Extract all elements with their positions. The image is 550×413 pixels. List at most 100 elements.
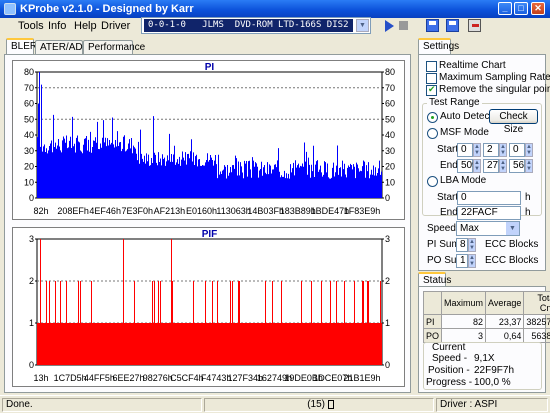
pif-x-tick-label: 44FF5h (84, 373, 115, 383)
menu-driver[interactable]: Driver (101, 20, 130, 32)
pi-x-tick-label: E0160h (186, 206, 217, 216)
pif-x-tick-label: 21B1E9h (343, 373, 380, 383)
drive-select[interactable]: 0-0-1-0 JLMS DVD-ROM LTD-166S DIS2 ▼ (141, 17, 371, 34)
save-icon[interactable] (426, 19, 439, 32)
spinner-icon[interactable]: ▲ ▼ (468, 254, 476, 268)
lba-start-field[interactable]: 0 (457, 191, 521, 205)
pi-x-tick-label: 82h (33, 206, 48, 216)
status-square-icon (327, 399, 334, 409)
stop-icon[interactable] (399, 21, 408, 30)
exit-icon[interactable] (468, 19, 481, 32)
table-cell: 23,37 (485, 314, 525, 329)
lba-mode-radio[interactable] (427, 176, 438, 187)
realtime-chart-label: Realtime Chart (439, 60, 506, 71)
table-cell: 3 (441, 328, 487, 343)
pif-x-tick-label: 13h (33, 373, 48, 383)
check-size-button[interactable]: Check Size (489, 109, 538, 135)
current-progress-label: Progress - (426, 377, 473, 388)
pi-x-tick-label: AF213h (154, 206, 186, 216)
menu-tools[interactable]: Tools (18, 20, 44, 32)
pi-y-tick-right: 20 (385, 162, 395, 172)
status-counter-cell: (15) (204, 398, 434, 412)
remove-singular-label: Remove the singular point (439, 84, 550, 95)
status-table: Maximum Average Total Cnt. PI 82 23,37 3… (422, 291, 550, 343)
play-icon[interactable] (385, 20, 394, 32)
pi-chart: PI 0 0 10 10 20 20 30 30 40 40 50 50 60 60 70 70 80 80 82h 2… (12, 60, 405, 220)
status-counter: (15) (307, 399, 325, 410)
pi-x-tick-label: 14B03Fh (247, 206, 284, 216)
pif-y-tick-right: 2 (385, 276, 390, 286)
pi-y-tick-right: 10 (385, 177, 395, 187)
msf-mode-radio[interactable] (427, 128, 438, 139)
save-as-icon[interactable] (446, 19, 459, 32)
pi-y-tick-left: 0 (29, 193, 34, 203)
pif-y-tick-right: 3 (385, 234, 390, 244)
msf-end-frame[interactable]: 56 (509, 159, 525, 173)
pi-x-tick-label: 208EFh (57, 206, 89, 216)
tab-settings[interactable]: Settings (418, 38, 459, 55)
pif-y-tick-right: 1 (385, 318, 390, 328)
spinner-icon[interactable]: ▲ ▼ (525, 143, 533, 157)
spinner-icon[interactable]: ▲ ▼ (525, 159, 533, 173)
close-button[interactable]: ✕ (531, 2, 545, 15)
po-sum-field[interactable]: 1 (456, 254, 468, 268)
realtime-chart-checkbox[interactable] (426, 61, 437, 72)
pif-y-tick-left: 1 (29, 318, 34, 328)
msf-start-min[interactable]: 0 (457, 143, 473, 157)
lba-end-label: End (440, 207, 458, 218)
status-bar: Done. (15) Driver : ASPI (0, 395, 550, 413)
menu-info[interactable]: Info (48, 20, 66, 32)
pi-chart-title: PI (205, 62, 215, 73)
spinner-icon[interactable]: ▲ ▼ (473, 143, 481, 157)
spinner-icon[interactable]: ▲ ▼ (499, 159, 507, 173)
remove-singular-checkbox[interactable] (426, 84, 437, 96)
speed-select[interactable]: Max ▼ (456, 221, 520, 236)
minimize-button[interactable]: _ (498, 2, 512, 15)
lba-end-field[interactable]: 22FACF (457, 206, 521, 220)
table-cell: 82 (441, 314, 487, 329)
maximize-button[interactable]: □ (514, 2, 528, 15)
status-text: Done. (2, 398, 202, 412)
pi-y-tick-right: 60 (385, 99, 395, 109)
table-cell: PO (422, 328, 443, 343)
speed-select-value: Max (460, 223, 479, 234)
pi-sum-label: PI Sum (427, 239, 460, 250)
pi-y-tick-right: 70 (385, 83, 395, 93)
max-sampling-checkbox[interactable] (426, 73, 437, 84)
app-icon (4, 3, 16, 15)
max-sampling-label: Maximum Sampling Rate (439, 72, 550, 83)
tab-performance[interactable]: Performance (83, 40, 145, 55)
msf-end-min[interactable]: 509 (457, 159, 478, 173)
tab-bler[interactable]: BLER (6, 38, 37, 55)
tab-ater-ader[interactable]: ATER/ADER (35, 40, 97, 55)
spinner-icon[interactable]: ▲ ▼ (499, 143, 507, 157)
menu-help[interactable]: Help (74, 20, 97, 32)
pif-y-tick-left: 0 (29, 360, 34, 370)
chevron-down-icon[interactable]: ▼ (506, 222, 519, 235)
msf-start-sec[interactable]: 2 (483, 143, 499, 157)
test-range-group: Test Range Auto Detect Check Size MSF Mo… (422, 97, 542, 220)
table-row: PI 82 23,37 382576 (422, 314, 550, 329)
pif-chart-svg: PIF 0 0 1 1 2 2 3 3 13h 1C7D5h44FF5h6EE27h98276hC5… (29, 229, 390, 383)
current-progress-value: 100,0 % (474, 377, 511, 388)
spinner-icon[interactable]: ▲ ▼ (473, 159, 481, 173)
spinner-icon[interactable]: ▲ ▼ (468, 238, 476, 252)
pi-x-tick-label: 113063h (216, 206, 250, 216)
auto-detect-radio[interactable] (427, 112, 438, 123)
current-group: Current Speed - 9,1X Position - 22F9F7h … (423, 342, 542, 390)
chevron-down-icon[interactable]: ▼ (356, 19, 369, 32)
msf-end-sec[interactable]: 27 (483, 159, 499, 173)
pi-x-tick-label: 4EF46h (89, 206, 121, 216)
pi-y-tick-right: 50 (385, 114, 395, 124)
pi-x-tick-label: 1F83E9h (344, 206, 381, 216)
pi-y-tick-right: 40 (385, 130, 395, 140)
msf-end-label: End (440, 160, 458, 171)
msf-start-frame[interactable]: 0 (509, 143, 525, 157)
table-cell: 0,64 (485, 328, 525, 343)
status-header: Total Cnt. (523, 291, 550, 315)
settings-panel: Realtime Chart Maximum Sampling Rate Rem… (418, 54, 550, 271)
pi-sum-field[interactable]: 8 (456, 238, 468, 252)
pif-base-area (37, 323, 382, 365)
status-header: Average (485, 291, 525, 315)
pi-y-tick-right: 0 (385, 193, 390, 203)
